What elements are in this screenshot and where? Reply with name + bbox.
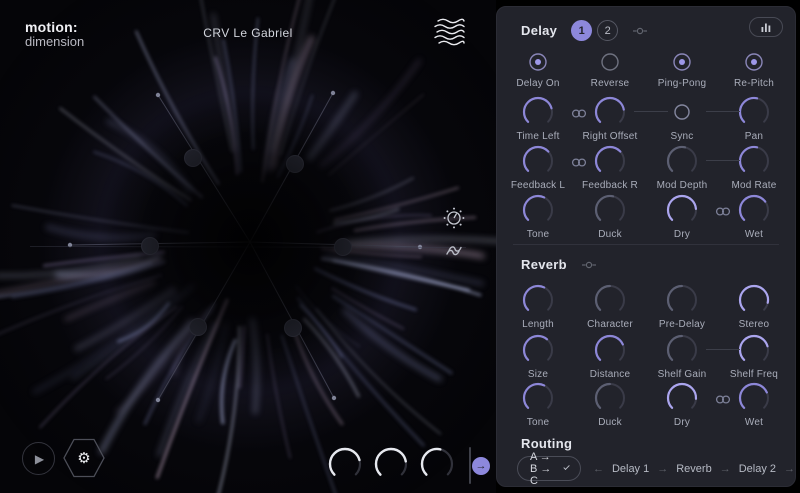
delay-knob-row-3: Tone Duck Dry Wet <box>502 191 792 249</box>
preset-name[interactable]: CRV Le Gabriel <box>0 26 496 40</box>
macro-knob-3[interactable] <box>416 443 458 490</box>
knob-label: Dry <box>674 417 690 428</box>
knob-label: Stereo <box>739 319 770 330</box>
knob-label: Feedback L <box>511 180 565 191</box>
reverb-pin-icon[interactable] <box>581 258 597 272</box>
viz-handle-6[interactable] <box>285 320 302 337</box>
waves-icon <box>432 16 468 53</box>
knob-dry[interactable]: Dry <box>646 191 718 249</box>
delay-tabs: 12 <box>571 20 618 41</box>
panel-divider <box>469 447 471 484</box>
knob-label: Right Offset <box>582 131 637 142</box>
toggle-label: Re-Pitch <box>734 78 774 89</box>
knob-dry[interactable]: Dry <box>646 379 718 437</box>
expand-panel-button[interactable]: → <box>472 457 490 475</box>
gear-icon: ⚙ <box>63 438 105 478</box>
knob-label: Length <box>522 319 554 330</box>
connector-line <box>706 349 740 350</box>
knob-label: Mod Rate <box>732 180 777 191</box>
connector-line <box>634 111 668 112</box>
toggle-label: Ping-Pong <box>658 78 707 89</box>
chain-arrow-icon: → <box>784 463 795 475</box>
knob-label: Sync <box>670 131 693 142</box>
reverb-knob-row-3: Tone Duck Dry Wet <box>502 379 792 437</box>
routing-row: A → B → C ← Delay 1 → Reverb → Delay 2 → <box>517 456 795 481</box>
link-icon[interactable] <box>570 106 588 124</box>
knob-label: Wet <box>745 417 763 428</box>
delay-tab-1[interactable]: 1 <box>571 20 592 41</box>
squiggle-icon[interactable] <box>442 238 466 267</box>
reverb-title: Reverb <box>521 257 567 272</box>
macro-knob-2[interactable] <box>370 443 412 490</box>
knob-label: Pan <box>745 131 763 142</box>
delay-header: Delay 12 <box>521 20 648 41</box>
routing-selector[interactable]: A → B → C <box>517 456 581 481</box>
viz-handle-2[interactable] <box>335 239 352 256</box>
knob-label: Feedback R <box>582 180 638 191</box>
play-icon: ▶ <box>35 452 44 466</box>
reverb-header: Reverb <box>521 257 597 272</box>
connector-line <box>706 111 740 112</box>
knob-label: Tone <box>527 229 550 240</box>
starburst-visualization[interactable] <box>0 0 496 493</box>
knob-label: Duck <box>598 229 622 240</box>
knob-label: Pre-Delay <box>659 319 705 330</box>
dial-icon[interactable] <box>442 206 466 235</box>
toggle-label: Reverse <box>591 78 630 89</box>
chain-arrow-icon: → <box>657 463 668 475</box>
knob-label: Character <box>587 319 633 330</box>
link-icon[interactable] <box>714 204 732 222</box>
routing-header: Routing <box>521 436 572 451</box>
knob-tone[interactable]: Tone <box>502 379 574 437</box>
viz-handle-1[interactable] <box>142 238 159 255</box>
routing-chain: ← Delay 1 → Reverb → Delay 2 → <box>593 463 795 475</box>
chain-arrow-icon: ← <box>593 463 604 475</box>
knob-duck[interactable]: Duck <box>574 191 646 249</box>
connector-line <box>706 160 740 161</box>
knob-label: Wet <box>745 229 763 240</box>
knob-duck[interactable]: Duck <box>574 379 646 437</box>
controls-panel: Delay 12 D <box>496 6 796 487</box>
viz-handle-3[interactable] <box>185 150 202 167</box>
toggle-label: Delay On <box>516 78 559 89</box>
knob-label: Dry <box>674 229 690 240</box>
bar-chart-icon <box>759 22 773 33</box>
knob-label: Duck <box>598 417 622 428</box>
routing-step: Delay 1 <box>612 463 649 475</box>
knob-label: Tone <box>527 417 550 428</box>
settings-button[interactable]: ⚙ <box>63 438 105 478</box>
knob-label: Mod Depth <box>657 180 708 191</box>
routing-selector-value: A → B → C <box>530 451 557 487</box>
analyzer-button[interactable] <box>749 17 783 37</box>
macro-knobs <box>324 443 458 490</box>
delay-title: Delay <box>521 23 557 38</box>
routing-step: Delay 2 <box>739 463 776 475</box>
play-button[interactable]: ▶ <box>22 442 55 475</box>
visualizer-stage: motion: dimension CRV Le Gabriel <box>0 0 496 493</box>
chevron-down-icon <box>563 464 570 471</box>
knob-label: Time Left <box>516 131 559 142</box>
section-divider <box>513 244 779 245</box>
link-icon[interactable] <box>714 392 732 410</box>
link-icon[interactable] <box>570 155 588 173</box>
right-arrow-icon: → <box>476 460 487 472</box>
viz-handle-5[interactable] <box>190 319 207 336</box>
routing-step: Reverb <box>676 463 711 475</box>
plugin-window: motion: dimension CRV Le Gabriel <box>0 0 800 493</box>
delay-tab-2[interactable]: 2 <box>597 20 618 41</box>
macro-knob-1[interactable] <box>324 443 366 490</box>
delay-pin-icon[interactable] <box>632 24 648 38</box>
knob-tone[interactable]: Tone <box>502 191 574 249</box>
viz-handle-4[interactable] <box>287 156 304 173</box>
routing-title: Routing <box>521 436 572 451</box>
chain-arrow-icon: → <box>720 463 731 475</box>
